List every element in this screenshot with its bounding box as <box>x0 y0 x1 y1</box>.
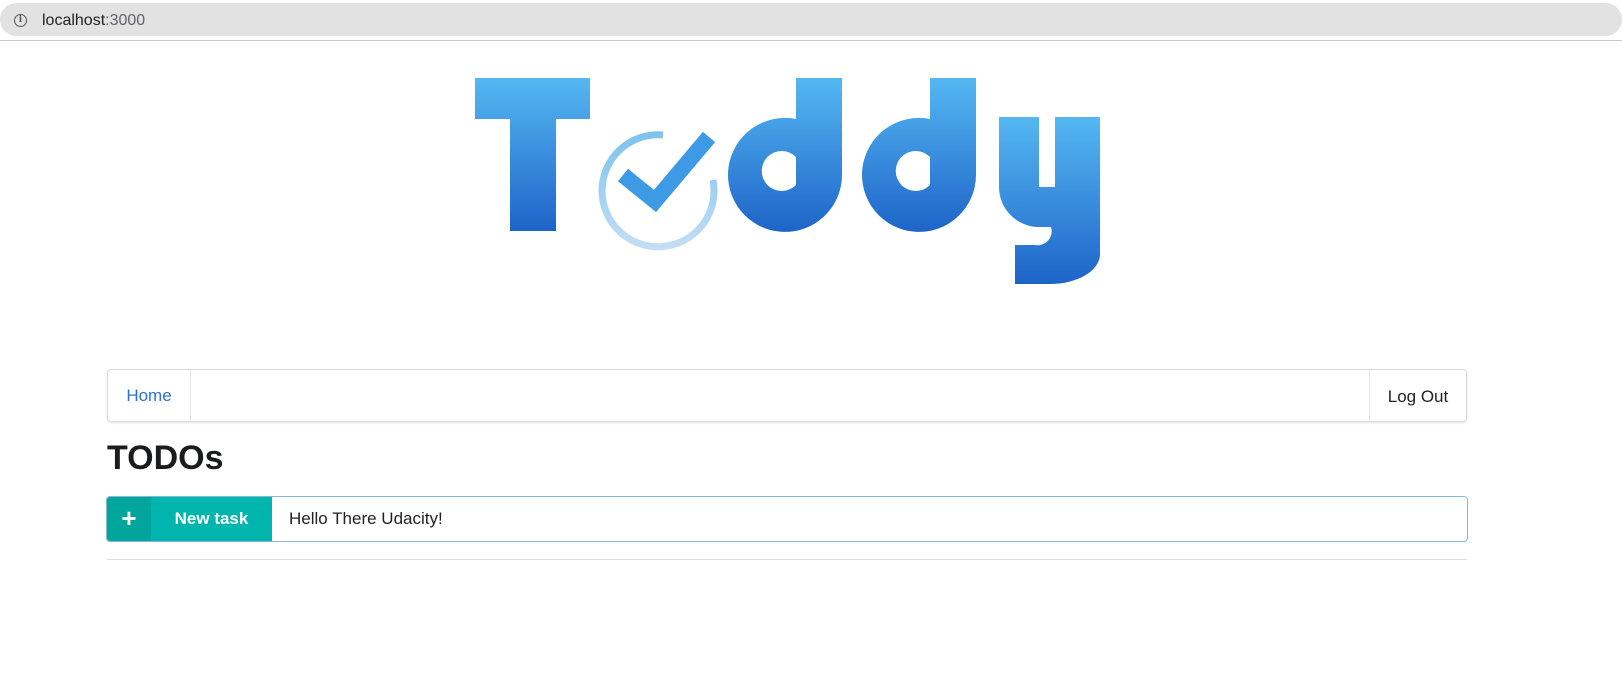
nav-home-link[interactable]: Home <box>108 370 191 421</box>
top-navigation: Home Log Out <box>107 369 1467 422</box>
address-bar[interactable]: i localhost:3000 <box>0 3 1622 36</box>
new-task-input[interactable] <box>272 497 1467 541</box>
new-task-form: + New task <box>106 496 1468 542</box>
logout-button[interactable]: Log Out <box>1369 370 1466 421</box>
info-icon[interactable]: i <box>14 14 27 27</box>
page-title: TODOs <box>107 439 224 477</box>
address-url[interactable]: localhost:3000 <box>42 12 145 30</box>
url-host: localhost <box>42 12 106 29</box>
toddy-logo <box>475 78 1100 284</box>
new-task-button[interactable]: New task <box>151 497 272 541</box>
plus-icon[interactable]: + <box>107 497 151 541</box>
browser-toolbar: i localhost:3000 <box>0 0 1622 41</box>
url-port: :3000 <box>105 12 146 29</box>
divider <box>107 559 1467 560</box>
